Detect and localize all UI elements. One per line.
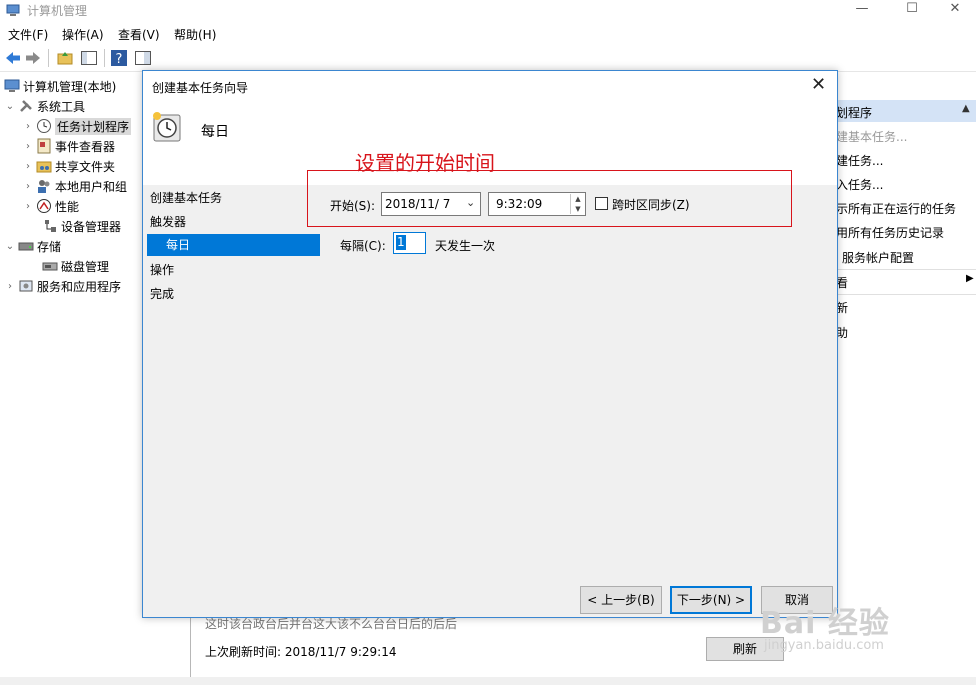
menu-action[interactable]: 操作(A) [62, 26, 104, 43]
computer-icon [4, 79, 20, 92]
action-import-task[interactable]: 入任务... [836, 176, 883, 193]
baidu-watermark: Bai 经验 jingyan.baidu.com [748, 580, 928, 680]
tree-item-system-tools[interactable]: ⌄ 系统工具 [4, 96, 85, 116]
step-create-basic-task: 创建基本任务 [150, 191, 223, 205]
spin-down-icon[interactable]: ▼ [571, 204, 585, 214]
interval-value: 1 [396, 235, 406, 250]
action-enable-history[interactable]: 用所有任务历史记录 [836, 224, 944, 241]
time-spinner[interactable]: ▲ ▼ [570, 194, 584, 214]
tools-icon [20, 100, 32, 112]
help-icon[interactable]: ? [110, 49, 128, 67]
task-clock-icon [153, 112, 181, 142]
chevron-down-icon[interactable]: ⌄ [466, 196, 475, 209]
menu-file[interactable]: 文件(F) [8, 26, 48, 43]
next-button[interactable]: 下一步(N) > [670, 586, 752, 614]
storage-icon [18, 242, 34, 251]
step-daily: 每日 [147, 234, 320, 256]
sync-timezone-checkbox[interactable] [595, 197, 608, 210]
tree-item-task-scheduler[interactable]: › 任务计划程序 [22, 116, 132, 136]
toolbar-separator [48, 49, 49, 67]
action-create-basic-task[interactable]: 建基本任务... [836, 128, 907, 145]
dialog-close-icon[interactable]: ✕ [811, 74, 826, 95]
show-action-pane-icon[interactable] [134, 49, 152, 67]
chevron-right-icon[interactable]: › [22, 181, 34, 192]
interval-input[interactable]: 1 [393, 232, 426, 254]
start-date-picker[interactable]: 2018/11/ 7 ⌄ [381, 192, 481, 216]
dialog-titlebar: 创建基本任务向导 ✕ [143, 71, 837, 101]
toolbar: ? [0, 44, 976, 72]
chevron-down-icon[interactable]: ⌄ [4, 241, 16, 252]
event-viewer-icon [37, 138, 51, 154]
tree-item-local-users[interactable]: › 本地用户和组 [22, 176, 127, 196]
tree-item-disk-management[interactable]: 磁盘管理 [40, 256, 109, 276]
spin-up-icon[interactable]: ▲ [571, 194, 585, 204]
sync-timezone-label[interactable]: 跨时区同步(Z) [612, 196, 690, 213]
actions-header-label: 划程序 [836, 106, 873, 120]
watermark-url: jingyan.baidu.com [764, 638, 884, 653]
tree-item-storage[interactable]: ⌄ 存储 [4, 236, 61, 256]
step-action: 操作 [150, 263, 175, 277]
chevron-right-icon[interactable]: › [22, 161, 34, 172]
start-time-value: 9:32:09 [496, 197, 543, 211]
back-button[interactable]: < 上一步(B) [580, 586, 662, 614]
start-time-field[interactable]: 9:32:09 ▲ ▼ [488, 192, 586, 216]
close-window-button[interactable]: ✕ [932, 0, 976, 22]
chevron-right-icon[interactable]: › [22, 121, 34, 132]
chevron-right-icon[interactable]: › [22, 201, 34, 212]
performance-icon [37, 199, 51, 213]
actions-separator [836, 294, 976, 295]
menu-view[interactable]: 查看(V) [118, 26, 160, 43]
tree-item-services-apps[interactable]: › 服务和应用程序 [4, 276, 121, 296]
start-label: 开始(S): [330, 199, 376, 213]
console-tree: 计算机管理(本地) ⌄ 系统工具 › 任务计划程序 › 事件查看器 › 共享文件… [0, 76, 142, 676]
action-show-running-tasks[interactable]: 示所有正在运行的任务 [836, 200, 956, 217]
computer-management-icon [6, 4, 20, 16]
forward-arrow-icon[interactable] [24, 49, 42, 67]
tree-item-device-manager[interactable]: 设备管理器 [40, 216, 121, 236]
svg-text:?: ? [116, 52, 123, 67]
action-service-account-config[interactable]: 服务帐户配置 [842, 249, 914, 266]
menu-bar: 文件(F) 操作(A) 查看(V) 帮助(H) [0, 22, 976, 44]
minimize-button[interactable]: — [839, 0, 885, 22]
chevron-right-icon[interactable]: › [22, 141, 34, 152]
toolbar-separator [104, 49, 105, 67]
show-hide-tree-icon[interactable] [80, 49, 98, 67]
last-refresh-time: 上次刷新时间: 2018/11/7 9:29:14 [205, 645, 397, 659]
action-create-task[interactable]: 建任务... [836, 152, 883, 169]
actions-header[interactable]: 划程序 ▲ [836, 100, 976, 122]
collapse-up-icon[interactable]: ▲ [962, 103, 970, 114]
watermark-text: Bai 经验 [760, 606, 890, 641]
maximize-button[interactable]: ☐ [889, 0, 935, 22]
clock-icon [37, 119, 51, 133]
chevron-right-icon[interactable]: › [4, 281, 16, 292]
back-arrow-icon[interactable] [4, 49, 22, 67]
tree-item-event-viewer[interactable]: › 事件查看器 [22, 136, 115, 156]
interval-suffix: 天发生一次 [435, 239, 496, 253]
tree-item-performance[interactable]: › 性能 [22, 196, 79, 216]
chevron-down-icon[interactable]: ⌄ [4, 101, 16, 112]
services-icon [19, 280, 33, 292]
interval-label: 每隔(C): [340, 239, 386, 253]
menu-help[interactable]: 帮助(H) [174, 26, 216, 43]
wizard-steps: 创建基本任务 触发器 每日 操作 完成 [143, 185, 323, 485]
step-finish: 完成 [150, 287, 175, 301]
start-date-value: 2018/11/ 7 [385, 197, 451, 211]
users-icon [38, 180, 50, 193]
tree-item-root[interactable]: 计算机管理(本地) [4, 76, 116, 96]
create-basic-task-wizard: 创建基本任务向导 ✕ 每日 设置的开始时间 创建基本任务 触发器 每日 操作 完… [142, 70, 838, 618]
device-manager-icon [45, 220, 56, 232]
status-area: 这时该台政台后并台这大该不么台台日后的后后 上次刷新时间: 2018/11/7 … [190, 617, 836, 679]
step-trigger: 触发器 [150, 215, 187, 229]
tree-item-shared-folders[interactable]: › 共享文件夹 [22, 156, 115, 176]
window-titlebar: 计算机管理 — ☐ ✕ [0, 0, 976, 22]
window-title: 计算机管理 [27, 4, 88, 18]
disk-icon [42, 262, 58, 271]
dialog-title: 创建基本任务向导 [152, 81, 249, 95]
up-folder-icon[interactable] [56, 49, 74, 67]
submenu-arrow-icon: ▶ [966, 273, 974, 284]
dialog-header-title: 每日 [201, 124, 229, 140]
shared-folder-icon [36, 161, 52, 173]
actions-separator [836, 269, 976, 270]
